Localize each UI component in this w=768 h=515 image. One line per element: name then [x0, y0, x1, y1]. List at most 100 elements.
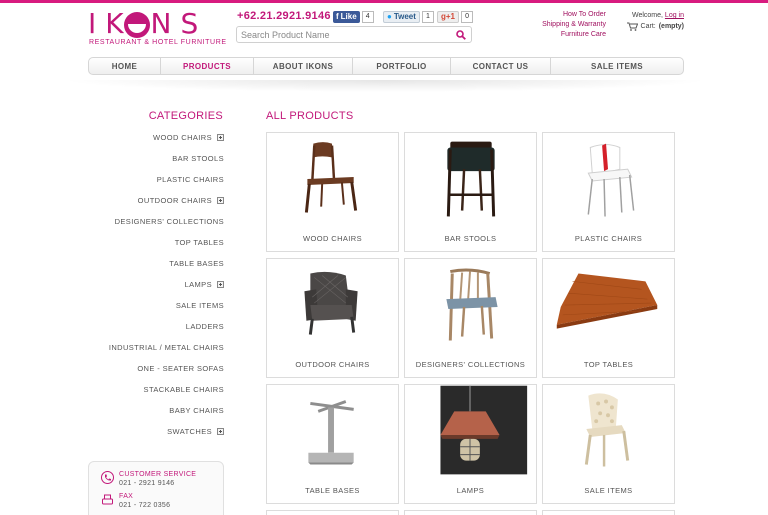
product-card-top-tables[interactable]: TOP TABLES — [542, 258, 675, 378]
facebook-like[interactable]: f Like 4 — [333, 10, 374, 23]
search-box — [236, 26, 472, 43]
login-link[interactable]: Log in — [665, 12, 684, 19]
contact-box: CUSTOMER SERVICE 021 - 2921 9146 FAX 021… — [88, 461, 224, 515]
table-top-image[interactable] — [543, 259, 674, 355]
cart-summary[interactable]: Cart: (empty) — [616, 21, 684, 32]
expand-icon[interactable] — [217, 280, 224, 288]
google-plus[interactable]: g+1 0 — [437, 10, 474, 23]
wood-chair-image[interactable] — [267, 133, 398, 229]
phone-icon — [101, 471, 114, 484]
all-products-heading: ALL PRODUCTS — [266, 110, 354, 122]
category-label: STACKABLE CHAIRS — [143, 384, 224, 394]
category-top-tables[interactable]: TOP TABLES — [175, 236, 224, 248]
customer-service-label: CUSTOMER SERVICE — [119, 471, 197, 478]
twitter-bird-icon: ● — [387, 11, 392, 21]
welcome-line: Welcome, Log in — [616, 10, 684, 21]
main-nav: HOME PRODUCTS ABOUT IKONS PORTFOLIO CONT… — [88, 57, 684, 75]
category-lamps[interactable]: LAMPS — [185, 278, 224, 290]
expand-icon[interactable] — [217, 133, 224, 141]
category-stackable-chairs[interactable]: STACKABLE CHAIRS — [144, 383, 224, 395]
category-label: TABLE BASES — [169, 258, 224, 268]
product-label: BAR STOOLS — [444, 234, 497, 243]
facebook-like-button[interactable]: f Like — [333, 10, 360, 23]
category-outdoor-chairs[interactable]: OUTDOOR CHAIRS — [138, 194, 224, 206]
category-label: BABY CHAIRS — [169, 405, 224, 415]
product-label: SALE ITEMS — [584, 486, 633, 495]
table-base-image[interactable] — [267, 385, 398, 481]
bar-stool-image[interactable] — [405, 133, 536, 229]
category-designers-collections[interactable]: DESIGNERS' COLLECTIONS — [115, 215, 224, 227]
fax-number: 021 - 722 0356 — [119, 502, 171, 509]
tweet-button[interactable]: ● Tweet — [383, 10, 420, 23]
category-label: OUTDOOR CHAIRS — [137, 195, 212, 205]
plastic-chair-image[interactable] — [543, 133, 674, 229]
product-label: TOP TABLES — [583, 360, 634, 369]
shipping-warranty-link[interactable]: Shipping & Warranty — [520, 20, 606, 30]
category-label: INDUSTRIAL / METAL CHAIRS — [108, 342, 224, 352]
product-card-wood-chairs[interactable]: WOOD CHAIRS — [266, 132, 399, 252]
category-wood-chairs[interactable]: WOOD CHAIRS — [153, 131, 224, 143]
furniture-care-link[interactable]: Furniture Care — [520, 30, 606, 40]
product-card-sale-items[interactable]: SALE ITEMS — [542, 384, 675, 504]
category-label: DESIGNERS' COLLECTIONS — [114, 216, 224, 226]
designer-chair-image[interactable] — [405, 259, 536, 355]
category-sale-items[interactable]: SALE ITEMS — [176, 299, 224, 311]
tweet-count: 1 — [421, 10, 434, 23]
product-card-plastic-chairs[interactable]: PLASTIC CHAIRS — [542, 132, 675, 252]
product-card-lamps[interactable]: LAMPS — [404, 384, 537, 504]
search-icon[interactable] — [456, 30, 466, 40]
category-label: BAR STOOLS — [172, 153, 224, 163]
category-label: LAMPS — [184, 279, 212, 289]
category-table-bases[interactable]: TABLE BASES — [169, 257, 224, 269]
category-plastic-chairs[interactable]: PLASTIC CHAIRS — [157, 173, 224, 185]
tweet-label: Tweet — [393, 11, 416, 21]
product-card-table-bases[interactable]: TABLE BASES — [266, 384, 399, 504]
gplus-count: 0 — [461, 10, 474, 23]
category-label: WOOD CHAIRS — [153, 132, 212, 142]
facebook-like-label: Like — [340, 11, 357, 21]
product-label: WOOD CHAIRS — [303, 234, 362, 243]
customer-service: CUSTOMER SERVICE 021 - 2921 9146 — [101, 470, 196, 488]
category-industrial-metal-chairs[interactable]: INDUSTRIAL / METAL CHAIRS — [109, 341, 224, 353]
pendant-lamp-image[interactable] — [405, 385, 536, 481]
nav-contact-us[interactable]: CONTACT US — [451, 58, 551, 74]
nav-about-ikons[interactable]: ABOUT IKONS — [254, 58, 353, 74]
expand-icon[interactable] — [217, 196, 224, 204]
facebook-icon: f — [336, 11, 339, 21]
product-card-bar-stools[interactable]: BAR STOOLS — [404, 132, 537, 252]
expand-icon[interactable] — [217, 427, 224, 435]
facebook-like-count: 4 — [361, 10, 374, 23]
how-to-order-link[interactable]: How To Order — [520, 10, 606, 20]
product-label: TABLE BASES — [305, 486, 360, 495]
category-bar-stools[interactable]: BAR STOOLS — [172, 152, 224, 164]
category-swatches[interactable]: SWATCHES — [167, 425, 224, 437]
product-card-designers-collections[interactable]: DESIGNERS' COLLECTIONS — [404, 258, 537, 378]
product-card-stub[interactable] — [266, 510, 399, 515]
product-card-outdoor-chairs[interactable]: OUTDOOR CHAIRS — [266, 258, 399, 378]
category-ladders[interactable]: LADDERS — [186, 320, 224, 332]
fax-label: FAX — [119, 493, 134, 500]
category-label: SWATCHES — [167, 426, 212, 436]
nav-sale-items[interactable]: SALE ITEMS — [551, 58, 683, 74]
search-input[interactable] — [241, 28, 451, 41]
cart-icon — [626, 22, 638, 31]
nav-portfolio[interactable]: PORTFOLIO — [353, 58, 451, 74]
logo[interactable]: IK NS RESTAURANT & HOTEL FURNITURE — [88, 9, 226, 49]
category-label: TOP TABLES — [174, 237, 224, 247]
twitter-tweet[interactable]: ● Tweet 1 — [383, 10, 434, 23]
lattice-chair-image[interactable] — [543, 385, 674, 481]
product-card-stub[interactable] — [404, 510, 537, 515]
nav-products[interactable]: PRODUCTS — [161, 58, 254, 74]
fax-icon — [102, 494, 113, 505]
category-label: ONE - SEATER SOFAS — [137, 363, 224, 373]
cart-label: Cart: — [640, 23, 656, 30]
product-label: DESIGNERS' COLLECTIONS — [415, 360, 526, 369]
category-baby-chairs[interactable]: BABY CHAIRS — [169, 404, 224, 416]
category-one-seater-sofas[interactable]: ONE - SEATER SOFAS — [137, 362, 224, 374]
customer-service-number: 021 - 2921 9146 — [119, 480, 175, 487]
gplus-button[interactable]: g+1 — [437, 10, 460, 23]
nav-home[interactable]: HOME — [89, 58, 161, 74]
product-label: PLASTIC CHAIRS — [574, 234, 643, 243]
product-card-stub[interactable] — [542, 510, 675, 515]
outdoor-chair-image[interactable] — [267, 259, 398, 355]
